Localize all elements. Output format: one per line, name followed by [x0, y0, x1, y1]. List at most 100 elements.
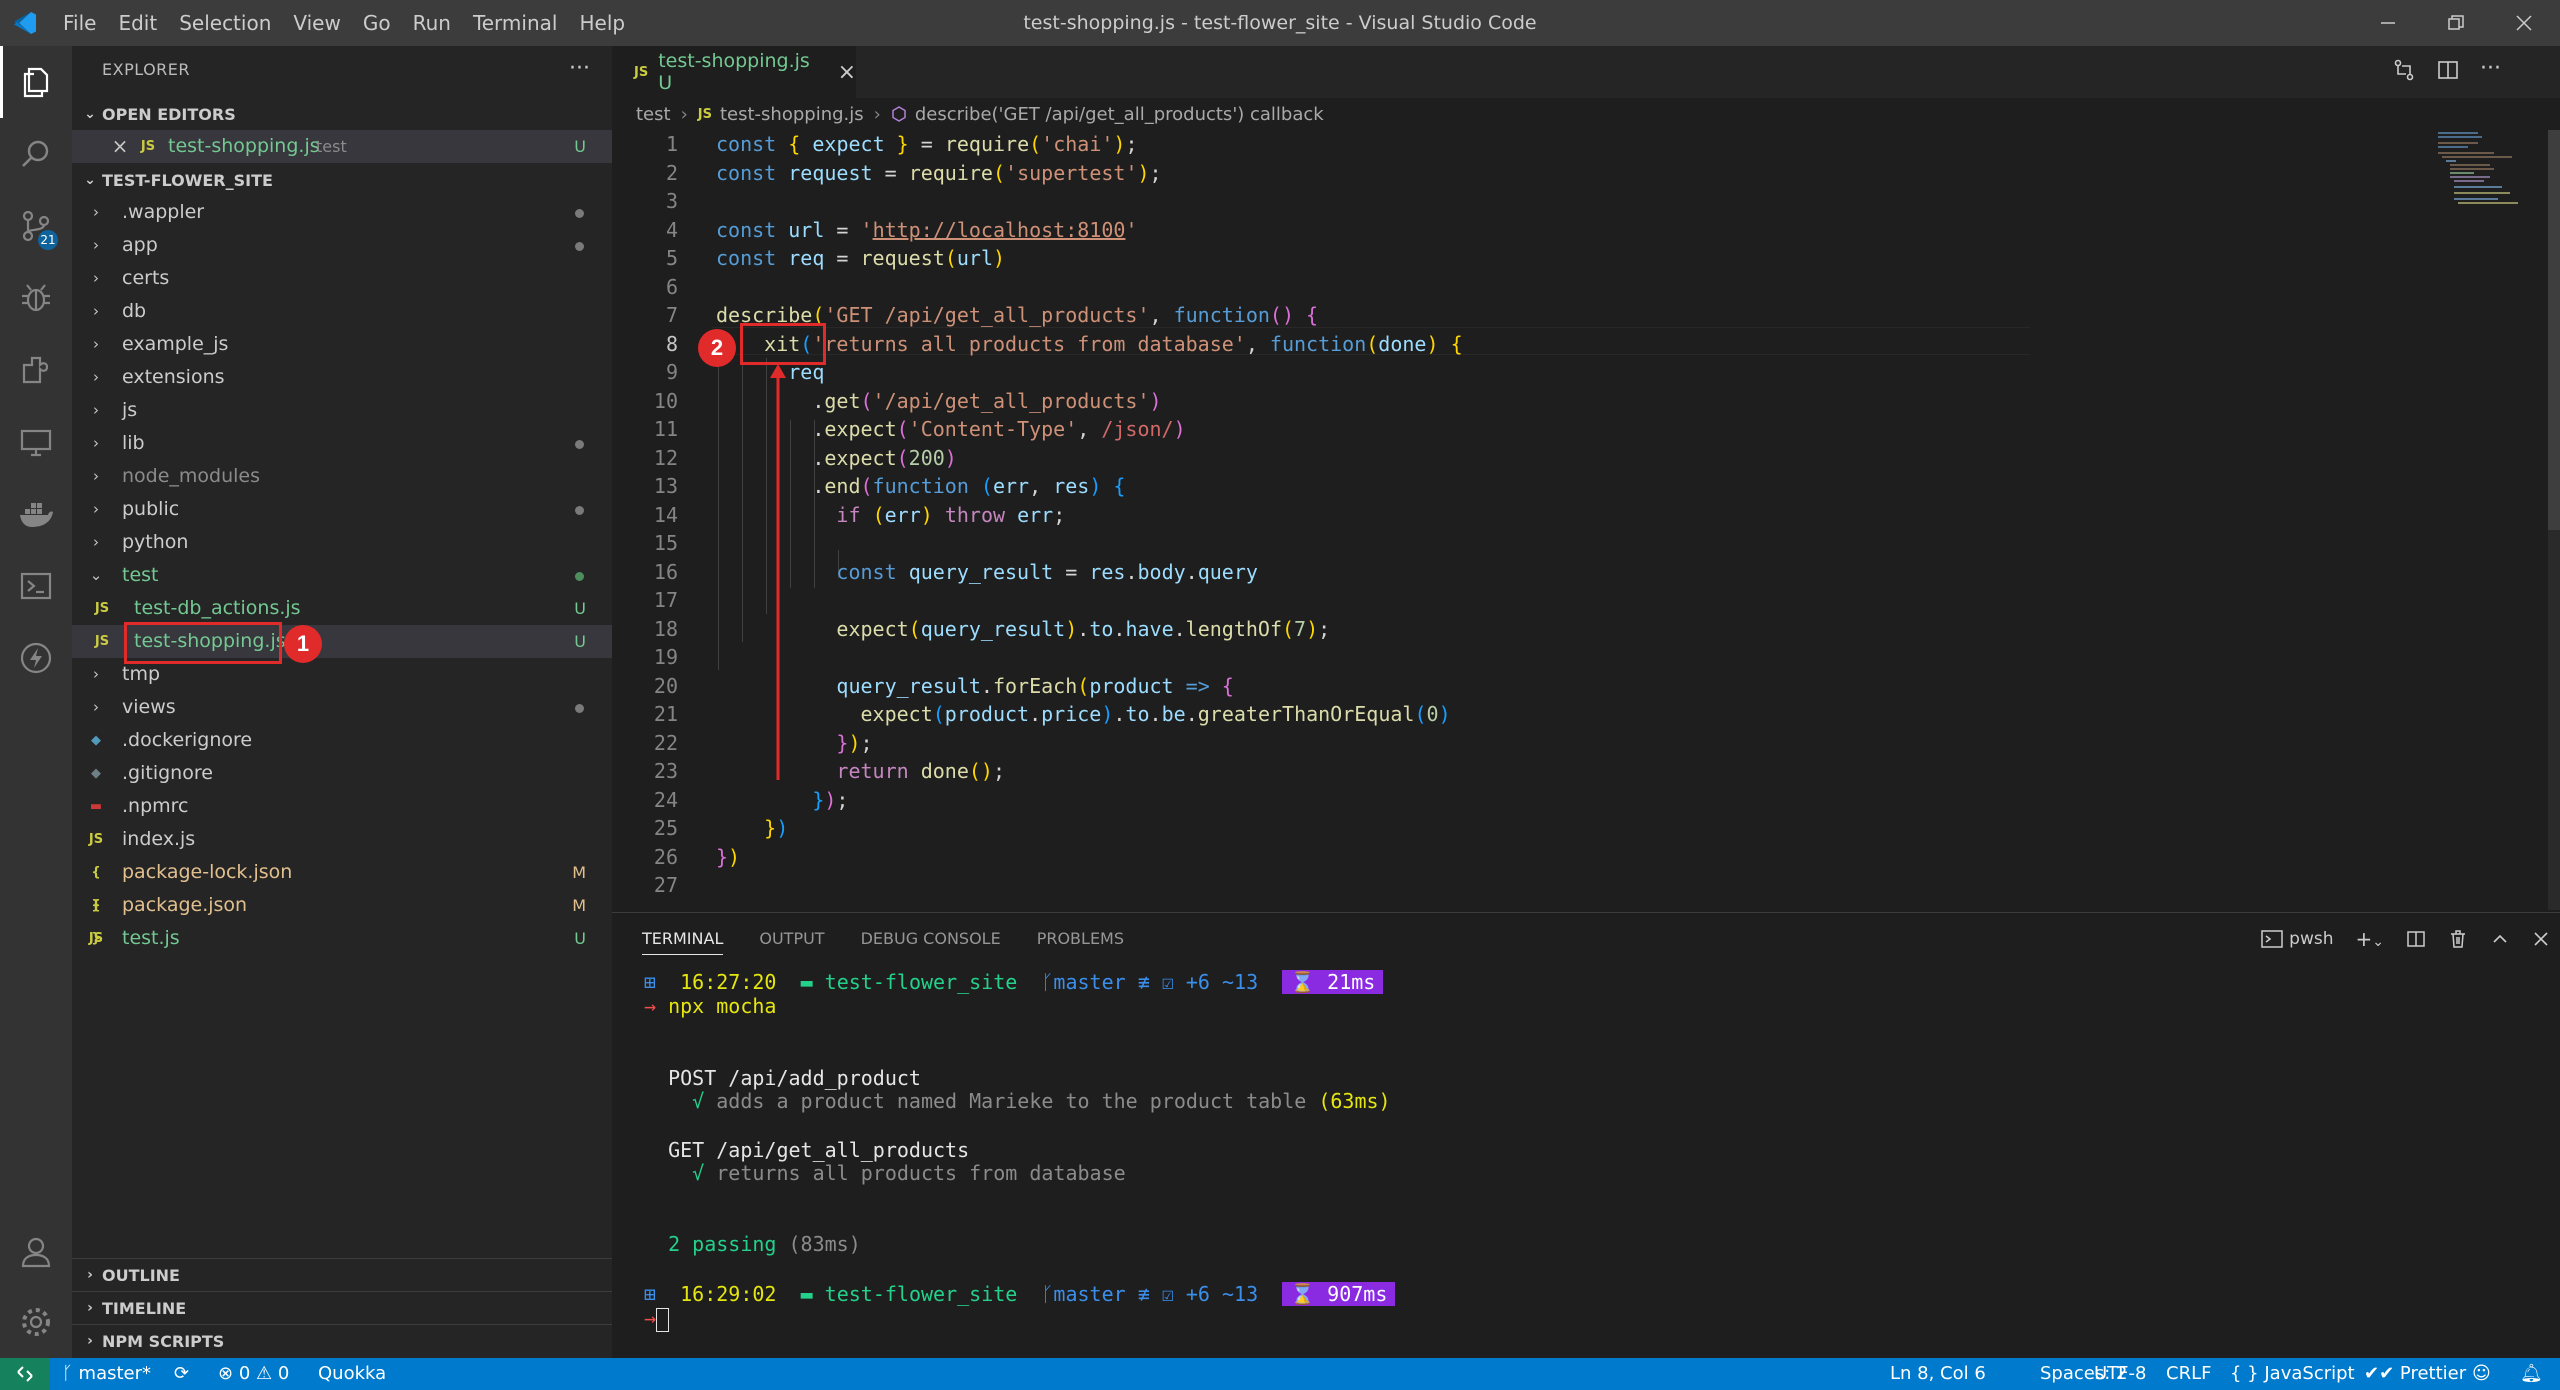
menu-run[interactable]: Run: [402, 11, 462, 35]
account-icon[interactable]: [0, 1216, 72, 1288]
file-item[interactable]: { } package-lock.json M: [72, 856, 612, 913]
new-terminal-icon[interactable]: +⌄: [2356, 927, 2385, 951]
quokka-item[interactable]: Quokka: [318, 1358, 386, 1390]
encoding[interactable]: UTF-8: [2094, 1358, 2146, 1390]
source-control-icon[interactable]: 21: [0, 190, 72, 262]
breadcrumb-item[interactable]: describe('GET /api/get_all_products') ca…: [915, 104, 1324, 125]
minimap[interactable]: [2428, 130, 2548, 210]
line-number: 20: [653, 673, 678, 698]
folder-item[interactable]: › python: [72, 526, 612, 559]
tab-terminal[interactable]: TERMINAL: [642, 929, 724, 955]
close-icon[interactable]: ×: [110, 130, 130, 163]
terminal-shell-selector[interactable]: pwsh: [2261, 929, 2334, 949]
notifications-icon[interactable]: 🔔︎: [2520, 1358, 2543, 1390]
manage-gear-icon[interactable]: [0, 1286, 72, 1358]
prompt-line: ⊞ 16:29:02 ▬ test-flower_site ᚴmaster ≢ …: [644, 1281, 1396, 1307]
folder-item[interactable]: › views: [72, 691, 612, 724]
file-item[interactable]: ▬ .npmrc: [72, 790, 612, 823]
tab-test-shopping[interactable]: JS test-shopping.js U ×: [612, 46, 856, 98]
tab-problems[interactable]: PROBLEMS: [1037, 929, 1124, 955]
tab-debug-console[interactable]: DEBUG CONSOLE: [861, 929, 1001, 955]
folder-item[interactable]: › app: [72, 229, 612, 262]
code-editor[interactable]: 1 2 3 4 5 6 7 8 9 10 11 12 13 14 15 16 17 18 19 20 21 22 23 24 2…: [612, 130, 2560, 910]
menu-terminal[interactable]: Terminal: [462, 11, 569, 35]
line-number: 5: [665, 246, 678, 270]
folder-item[interactable]: ⌄ test: [72, 559, 612, 592]
menu-help[interactable]: Help: [568, 11, 636, 35]
end-of-line[interactable]: CRLF: [2166, 1358, 2211, 1390]
line-number: 3: [665, 189, 678, 213]
remote-indicator-icon[interactable]: [0, 1358, 50, 1390]
branch-indicator[interactable]: ᚴ master*: [62, 1358, 151, 1390]
more-actions-icon[interactable]: ···: [2480, 58, 2501, 82]
restore-button[interactable]: [2422, 0, 2490, 46]
open-changes-icon[interactable]: [2392, 58, 2416, 82]
folder-item[interactable]: › .wappler: [72, 196, 612, 229]
explorer-icon[interactable]: [0, 46, 72, 118]
run-debug-icon[interactable]: [0, 262, 72, 334]
breadcrumb-item[interactable]: test-shopping.js: [720, 104, 864, 125]
breadcrumb: test › JS test-shopping.js › describe('G…: [612, 98, 2560, 130]
menu-view[interactable]: View: [282, 11, 351, 35]
input-line[interactable]: →: [644, 1305, 670, 1332]
docker-icon[interactable]: [0, 478, 72, 550]
language-mode[interactable]: { } JavaScript: [2230, 1358, 2355, 1390]
remote-explorer-icon[interactable]: [0, 406, 72, 478]
breadcrumb-item[interactable]: test: [636, 104, 671, 125]
file-item[interactable]: JS index.js: [72, 823, 612, 856]
folder-item[interactable]: › example_js: [72, 328, 612, 361]
file-item[interactable]: JS test.js U: [72, 922, 612, 955]
feedback-icon[interactable]: ☺: [2472, 1358, 2491, 1390]
terminal-icon[interactable]: [0, 550, 72, 622]
close-panel-icon[interactable]: [2532, 930, 2550, 948]
prettier-item[interactable]: ✔✔ Prettier: [2364, 1358, 2466, 1390]
editor-scrollbar[interactable]: [2548, 130, 2560, 910]
folder-item[interactable]: › public: [72, 493, 612, 526]
code-line: return done();: [836, 759, 1006, 783]
scrollbar-thumb[interactable]: [2548, 130, 2560, 530]
error-icon: ⊗: [218, 1363, 234, 1384]
split-terminal-icon[interactable]: [2406, 929, 2426, 949]
file-item[interactable]: ◆ .dockerignore: [72, 724, 612, 757]
close-window-button[interactable]: [2490, 0, 2558, 46]
windows-icon: ⊞: [644, 970, 657, 994]
menu-selection[interactable]: Selection: [168, 11, 282, 35]
tab-output[interactable]: OUTPUT: [759, 929, 824, 955]
minimize-button[interactable]: [2354, 0, 2422, 46]
annotation-arrow: [770, 364, 786, 780]
code-line: xit('returns all products from database'…: [764, 331, 1463, 356]
folder-item[interactable]: › certs: [72, 262, 612, 295]
split-editor-icon[interactable]: [2436, 58, 2460, 82]
outline-section[interactable]: › OUTLINE: [72, 1258, 612, 1292]
open-editors-section[interactable]: ⌄ OPEN EDITORS: [72, 98, 612, 131]
more-actions-icon[interactable]: ···: [569, 56, 590, 81]
npm-scripts-section[interactable]: › NPM SCRIPTS: [72, 1324, 612, 1358]
workspace-folder-section[interactable]: ⌄ TEST-FLOWER_SITE: [72, 164, 612, 197]
extensions-icon[interactable]: [0, 334, 72, 406]
lightning-icon[interactable]: [0, 622, 72, 694]
problems-indicator[interactable]: ⊗ 0 ⚠ 0: [218, 1358, 289, 1390]
file-item[interactable]: ◆ .gitignore: [72, 757, 612, 790]
folder-item[interactable]: › db: [72, 295, 612, 328]
menu-go[interactable]: Go: [352, 11, 402, 35]
file-item[interactable]: { } package.json M: [72, 889, 612, 946]
vscode-logo-icon: [12, 10, 38, 36]
cursor-position[interactable]: Ln 8, Col 6: [1890, 1358, 1986, 1390]
test-result: √ returns all products from database: [692, 1161, 1126, 1185]
folder-item[interactable]: › js: [72, 394, 612, 427]
kill-terminal-icon[interactable]: [2448, 929, 2468, 949]
maximize-panel-icon[interactable]: [2490, 929, 2510, 949]
test-result: √ adds a product named Marieke to the pr…: [692, 1089, 1391, 1113]
folder-item[interactable]: › extensions: [72, 361, 612, 394]
menu-file[interactable]: File: [52, 11, 107, 35]
folder-item[interactable]: › node_modules: [72, 460, 612, 493]
close-tab-icon[interactable]: ×: [838, 60, 856, 85]
folder-item[interactable]: › lib: [72, 427, 612, 460]
timeline-section[interactable]: › TIMELINE: [72, 1291, 612, 1325]
line-number: 1: [665, 132, 678, 156]
sync-icon[interactable]: ⟳: [174, 1358, 189, 1390]
file-item[interactable]: JS test-db_actions.js U: [72, 592, 612, 625]
open-editor-item[interactable]: × JS test-shopping.js test U: [72, 130, 612, 163]
menu-edit[interactable]: Edit: [107, 11, 168, 35]
search-icon[interactable]: [0, 118, 72, 190]
